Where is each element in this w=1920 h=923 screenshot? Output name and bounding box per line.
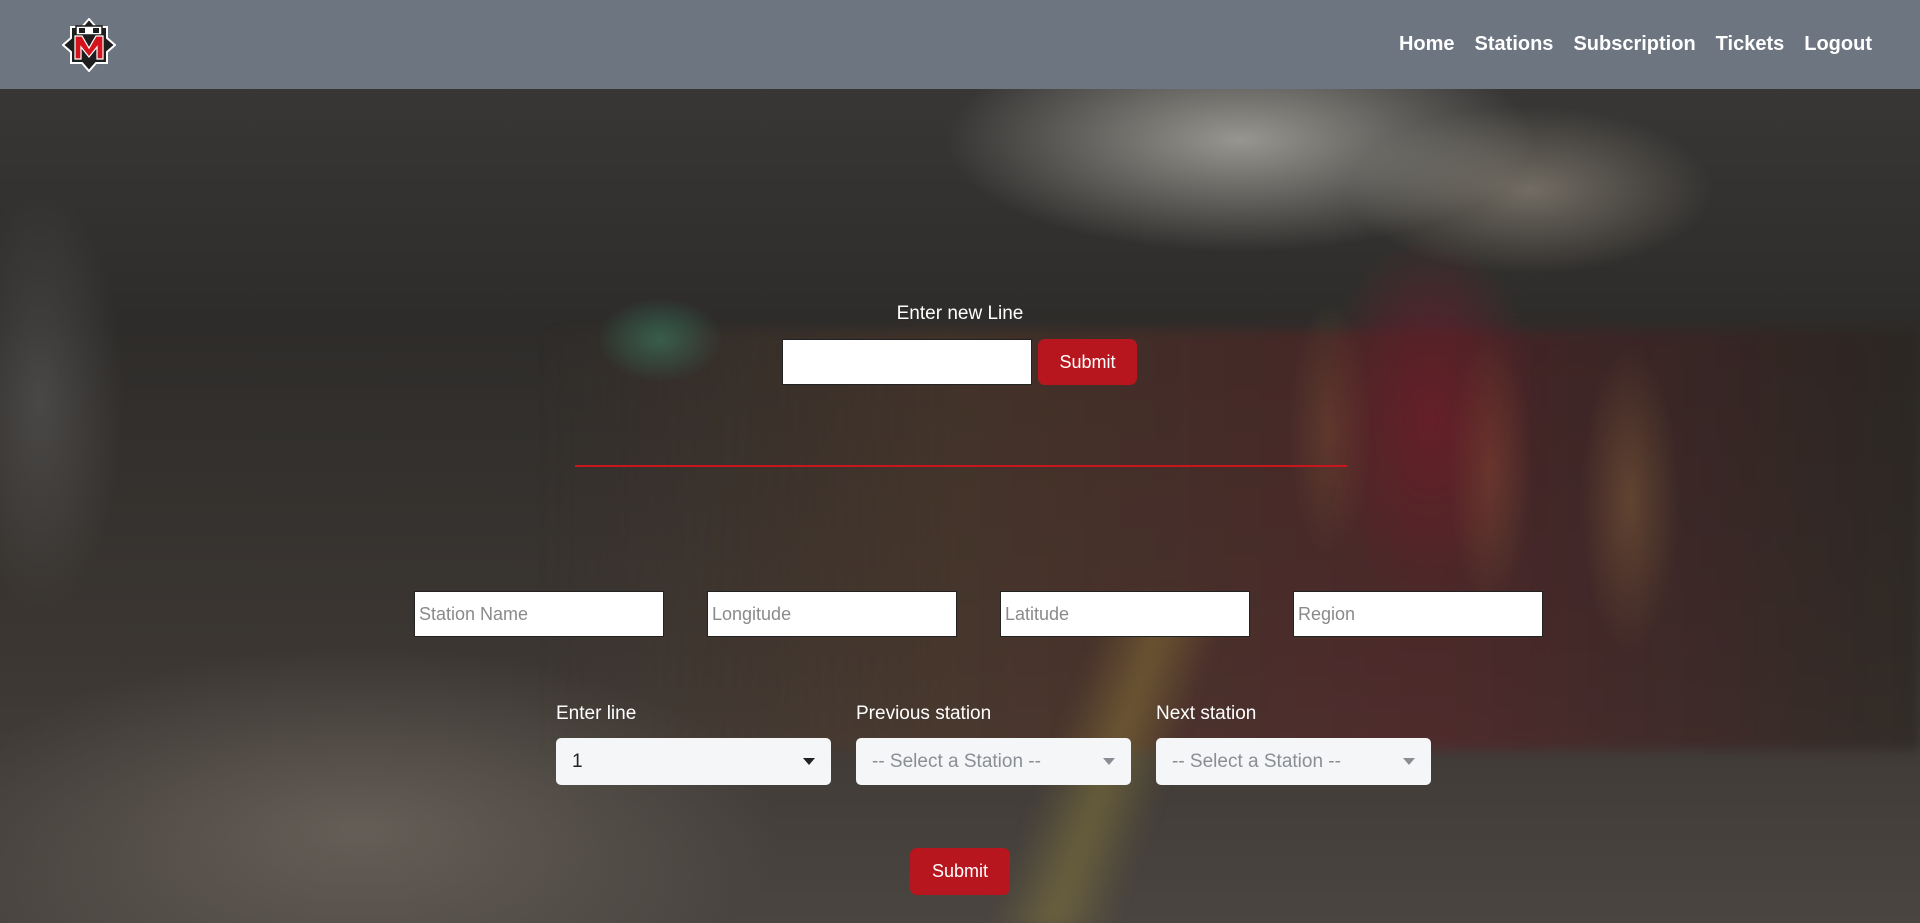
next-station-select-value: -- Select a Station --	[1172, 750, 1341, 772]
next-station-select[interactable]: -- Select a Station --	[1156, 738, 1431, 785]
nav-stations-link[interactable]: Stations	[1475, 33, 1554, 56]
line-select[interactable]: 1	[556, 738, 831, 785]
station-submit-button[interactable]: Submit	[910, 848, 1010, 895]
enter-line-label: Enter line	[556, 703, 637, 724]
latitude-input[interactable]	[1000, 591, 1250, 637]
next-station-label: Next station	[1156, 703, 1257, 724]
previous-station-label: Previous station	[856, 703, 992, 724]
section-divider	[575, 465, 1347, 467]
navbar: Home Stations Subscription Tickets Logou…	[0, 0, 1920, 89]
metro-logo-icon[interactable]	[62, 17, 116, 72]
caret-down-icon	[803, 758, 815, 765]
previous-station-select-value: -- Select a Station --	[872, 750, 1041, 772]
previous-station-select[interactable]: -- Select a Station --	[856, 738, 1131, 785]
new-line-input[interactable]	[782, 339, 1032, 385]
nav-links: Home Stations Subscription Tickets Logou…	[1399, 33, 1872, 56]
new-line-submit-button[interactable]: Submit	[1038, 339, 1137, 385]
caret-down-icon	[1103, 758, 1115, 765]
station-name-input[interactable]	[414, 591, 664, 637]
nav-home-link[interactable]: Home	[1399, 33, 1455, 56]
nav-logout-link[interactable]: Logout	[1804, 33, 1872, 56]
nav-tickets-link[interactable]: Tickets	[1716, 33, 1785, 56]
longitude-input[interactable]	[707, 591, 957, 637]
region-input[interactable]	[1293, 591, 1543, 637]
line-select-value: 1	[572, 750, 583, 772]
new-line-label: Enter new Line	[896, 303, 1024, 324]
nav-subscription-link[interactable]: Subscription	[1573, 33, 1695, 56]
caret-down-icon	[1403, 758, 1415, 765]
